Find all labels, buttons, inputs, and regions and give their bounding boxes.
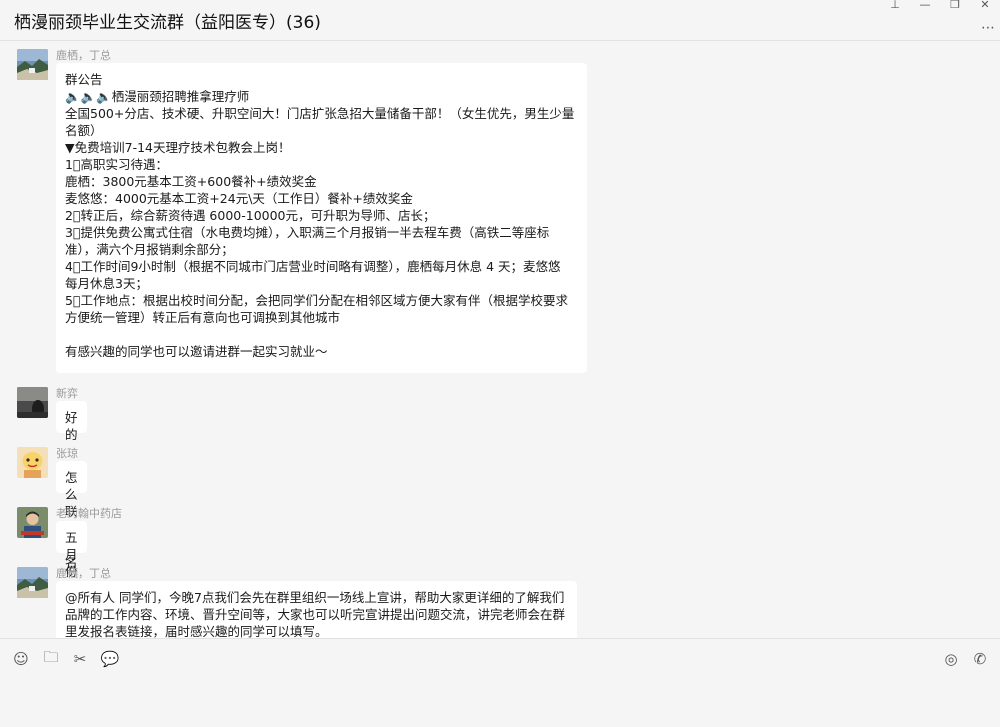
input-area[interactable]: ☺ 🗀 ✂ 💬 ◎ ✆ <box>0 638 1000 727</box>
cartoon-avatar[interactable] <box>17 447 48 478</box>
maximize-icon[interactable]: ❐ <box>940 0 970 14</box>
window-controls: ⊥ — ❐ ✕ <box>880 0 1000 14</box>
message-bubble[interactable]: 五月份去实习的也能去吗@王尔 <box>56 521 87 638</box>
message-bubble[interactable]: 怎么联系报名 <box>56 461 87 570</box>
chat-history[interactable]: 鹿栖，丁总 群公告 🔈🔈🔈栖漫丽颈招聘推拿理疗师 全国500+分店、技术硬、升职… <box>0 40 1000 638</box>
folder-icon[interactable]: 🗀 <box>41 648 61 669</box>
message-bubble[interactable]: 群公告 🔈🔈🔈栖漫丽颈招聘推拿理疗师 全国500+分店、技术硬、升职空间大！门店… <box>56 63 587 373</box>
landscape-avatar[interactable] <box>17 49 48 80</box>
call-icon[interactable]: ✆ <box>970 649 990 669</box>
person-avatar[interactable] <box>17 507 48 538</box>
sender-name: 鹿栖，丁总 <box>56 49 111 62</box>
message-bubble[interactable]: 好的 <box>56 401 87 442</box>
title-bar: 栖漫丽颈毕业生交流群（益阳医专）(36) ⊥ — ❐ ✕ ⋯ <box>0 0 1000 40</box>
pin-icon[interactable]: ⊥ <box>880 0 910 14</box>
more-icon[interactable]: ⋯ <box>981 20 995 36</box>
chat-history-icon[interactable]: 💬 <box>100 649 120 669</box>
sender-name: 鹿栖，丁总 <box>56 567 111 580</box>
live-icon[interactable]: ◎ <box>941 649 961 669</box>
sender-name: 张琼 <box>56 447 78 460</box>
sender-name: 新弈 <box>56 387 78 400</box>
scissors-icon[interactable]: ✂ <box>70 649 90 669</box>
sender-name: 老约翰中药店 <box>56 507 122 520</box>
message-bubble[interactable]: @所有人 同学们，今晚7点我们会先在群里组织一场线上宣讲，帮助大家更详细的了解我… <box>56 581 577 638</box>
landscape-avatar[interactable] <box>17 567 48 598</box>
chat-title: 栖漫丽颈毕业生交流群（益阳医专）(36) <box>14 13 321 33</box>
close-icon[interactable]: ✕ <box>970 0 1000 14</box>
minimize-icon[interactable]: — <box>910 0 940 14</box>
dark-scene-avatar[interactable] <box>17 387 48 418</box>
emoji-icon[interactable]: ☺ <box>11 649 31 669</box>
